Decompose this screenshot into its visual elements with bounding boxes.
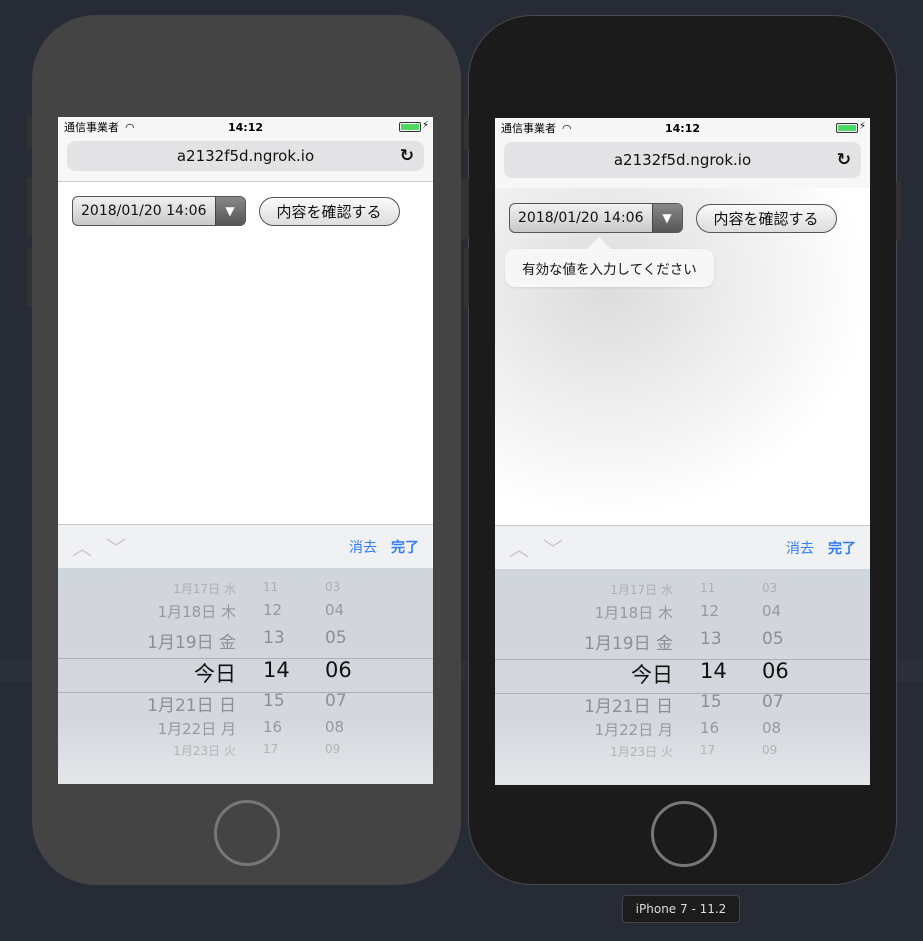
picker-date: 今日 [194, 661, 236, 686]
picker-date: 1月22日 月 [594, 720, 673, 739]
picker-date: 今日 [631, 662, 673, 687]
picker-minute: 05 [762, 628, 784, 649]
datetime-input[interactable]: 2018/01/20 14:06 ▼ [509, 203, 683, 233]
done-button[interactable]: 完了 [828, 538, 856, 558]
picker-minute: 09 [325, 742, 341, 756]
picker-date: 1月19日 金 [584, 633, 673, 654]
keyboard-accessory-bar: ︿ ﹀ 消去 完了 [58, 524, 433, 568]
screen: 通信事業者 ◠ 14:12 ⚡ a2132f5d.ngrok.io ↻ 2018… [58, 117, 433, 784]
clear-button[interactable]: 消去 [349, 537, 377, 557]
home-button[interactable] [651, 801, 717, 867]
device-label: iPhone 7 - 11.2 [622, 895, 740, 923]
picker-hour: 15 [700, 691, 722, 712]
datetime-value: 2018/01/20 14:06 [81, 203, 207, 219]
previous-field-icon[interactable]: ︿ [72, 532, 92, 561]
picker-date: 1月22日 月 [157, 719, 236, 738]
battery-icon [836, 123, 858, 133]
picker-date: 1月21日 日 [147, 695, 236, 716]
datetime-input[interactable]: 2018/01/20 14:06 ▼ [72, 196, 246, 226]
battery-icon [399, 122, 421, 132]
confirm-button[interactable]: 内容を確認する [258, 196, 400, 226]
picker-hour: 16 [700, 718, 720, 737]
reload-icon[interactable]: ↻ [837, 150, 851, 170]
picker-date: 1月23日 火 [173, 744, 236, 758]
picker-minute: 08 [325, 717, 345, 736]
picker-selection-band [58, 658, 433, 693]
picker-hour: 13 [263, 627, 285, 648]
charging-icon: ⚡ [421, 120, 429, 131]
picker-date: 1月17日 水 [610, 583, 673, 597]
datetime-picker[interactable]: 1月17日 水 11 03 1月18日 木 12 04 1月19日 金 13 05 今日 14 06 1… [58, 568, 433, 784]
picker-minute: 04 [325, 600, 345, 619]
picker-hour: 11 [263, 580, 279, 594]
picker-hour: 17 [263, 742, 279, 756]
picker-selection-band [495, 659, 870, 694]
picker-minute: 03 [762, 581, 778, 595]
phone-simulator-right: 通信事業者 ◠ 14:12 ⚡ a2132f5d.ngrok.io ↻ 2018… [464, 15, 901, 885]
picker-date: 1月19日 金 [147, 632, 236, 653]
home-button[interactable] [214, 800, 280, 866]
next-field-icon[interactable]: ﹀ [543, 533, 563, 562]
picker-hour: 14 [263, 657, 290, 682]
picker-date: 1月21日 日 [584, 696, 673, 717]
picker-hour: 12 [263, 600, 283, 619]
url-text: a2132f5d.ngrok.io [613, 151, 752, 169]
picker-date: 1月18日 木 [157, 602, 236, 621]
done-button[interactable]: 完了 [391, 537, 419, 557]
dropdown-arrow-icon[interactable]: ▼ [651, 204, 682, 232]
picker-minute: 06 [325, 657, 352, 682]
picker-hour: 15 [263, 690, 285, 711]
url-text: a2132f5d.ngrok.io [176, 147, 315, 165]
picker-minute: 04 [762, 601, 782, 620]
clock: 14:12 [227, 120, 263, 134]
confirm-button[interactable]: 内容を確認する [695, 203, 837, 233]
picker-date: 1月18日 木 [594, 603, 673, 622]
address-bar[interactable]: a2132f5d.ngrok.io ↻ [67, 141, 424, 171]
picker-hour: 11 [700, 581, 716, 595]
next-field-icon[interactable]: ﹀ [106, 532, 126, 561]
phone-simulator-left: 通信事業者 ◠ 14:12 ⚡ a2132f5d.ngrok.io ↻ 2018… [27, 15, 466, 885]
datetime-picker[interactable]: 1月17日 水 11 03 1月18日 木 12 04 1月19日 金 13 05 今日 14 06 1… [495, 569, 870, 785]
screen: 通信事業者 ◠ 14:12 ⚡ a2132f5d.ngrok.io ↻ 2018… [495, 118, 870, 785]
picker-hour: 14 [700, 658, 727, 683]
picker-minute: 09 [762, 743, 778, 757]
picker-minute: 05 [325, 627, 347, 648]
charging-icon: ⚡ [858, 121, 866, 132]
address-bar[interactable]: a2132f5d.ngrok.io ↻ [504, 142, 861, 178]
datetime-value: 2018/01/20 14:06 [518, 210, 644, 226]
picker-minute: 07 [325, 690, 347, 711]
picker-minute: 07 [762, 691, 784, 712]
picker-hour: 13 [700, 628, 722, 649]
dropdown-arrow-icon[interactable]: ▼ [214, 197, 245, 225]
picker-hour: 17 [700, 743, 716, 757]
picker-minute: 03 [325, 580, 341, 594]
picker-hour: 12 [700, 601, 720, 620]
picker-minute: 06 [762, 658, 789, 683]
picker-date: 1月17日 水 [173, 582, 236, 596]
clock: 14:12 [664, 121, 700, 135]
status-bar: 通信事業者 ◠ 14:12 ⚡ [495, 118, 870, 138]
keyboard-accessory-bar: ︿ ﹀ 消去 完了 [495, 525, 870, 569]
previous-field-icon[interactable]: ︿ [509, 533, 529, 562]
picker-date: 1月23日 火 [610, 745, 673, 759]
validation-tooltip: 有効な値を入力してください [505, 237, 714, 287]
picker-minute: 08 [762, 718, 782, 737]
picker-hour: 16 [263, 717, 283, 736]
reload-icon[interactable]: ↻ [400, 146, 414, 166]
status-bar: 通信事業者 ◠ 14:12 ⚡ [58, 117, 433, 137]
clear-button[interactable]: 消去 [786, 538, 814, 558]
